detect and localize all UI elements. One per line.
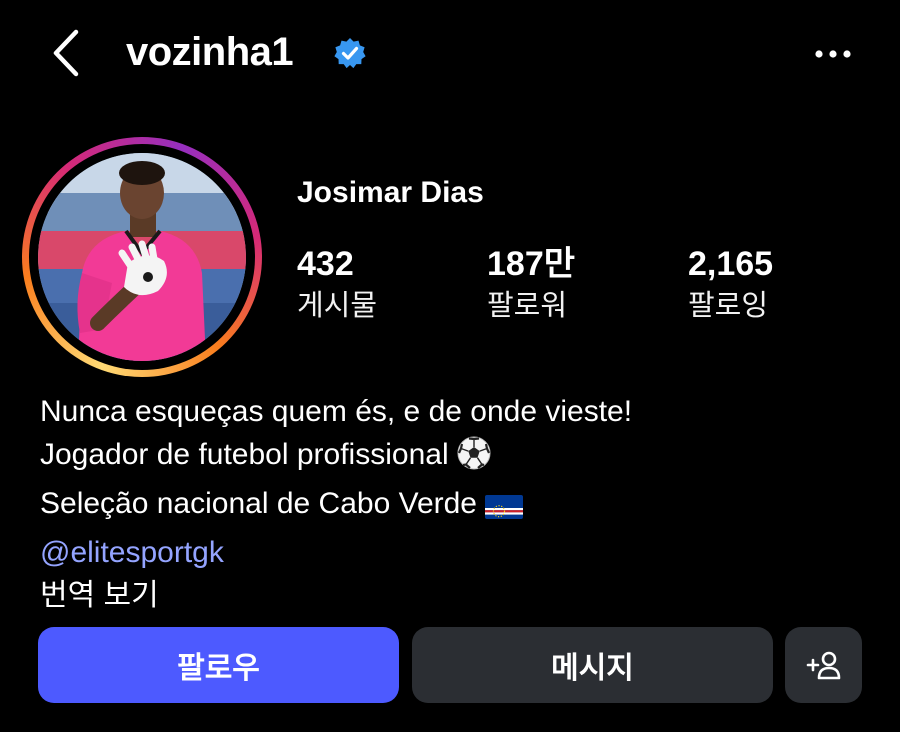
story-ring[interactable] (22, 137, 262, 377)
profile-username: vozinha1 (126, 30, 294, 74)
follow-button[interactable]: 팔로우 (38, 627, 399, 703)
stat-followers[interactable]: 187만 팔로워 (487, 242, 575, 326)
message-button[interactable]: 메시지 (412, 627, 773, 703)
stat-posts-label: 게시물 (297, 290, 378, 322)
add-person-icon (806, 651, 840, 680)
stat-followers-label: 팔로워 (487, 290, 568, 322)
suggested-accounts-button[interactable] (785, 627, 862, 703)
bio-line-2-text: Jogador de futebol profissional (40, 438, 449, 471)
stat-following-label: 팔로잉 (688, 290, 769, 322)
bio-mention-link[interactable]: @elitesportgk (40, 531, 880, 574)
soccer-ball-icon (457, 436, 491, 482)
chevron-left-icon (53, 29, 79, 77)
more-options-button[interactable] (806, 34, 860, 74)
bio-line-1: Nunca esqueças quem és, e de onde vieste… (40, 395, 633, 428)
see-translation-link[interactable]: 번역 보기 (40, 574, 880, 617)
profile-bio: Nunca esqueças quem és, e de onde vieste… (40, 390, 880, 617)
display-name: Josimar Dias (297, 176, 484, 209)
bio-line-3: Seleção nacional de Cabo Verde (40, 482, 880, 531)
stat-posts[interactable]: 432 게시물 (297, 242, 377, 326)
follow-button-label: 팔로우 (177, 652, 260, 685)
stat-following-count: 2,165 (688, 245, 774, 283)
back-button[interactable] (44, 28, 94, 78)
stat-posts-count: 432 (297, 245, 354, 283)
bio-line-3-text: Seleção nacional de Cabo Verde (40, 487, 477, 520)
stat-followers-count: 187만 (487, 245, 576, 283)
message-button-label: 메시지 (551, 652, 634, 685)
avatar (38, 153, 246, 361)
bio-line-2: Jogador de futebol profissional (40, 433, 880, 482)
profile-header: vozinha1 (0, 0, 900, 104)
verified-badge-icon (334, 37, 366, 69)
more-horizontal-icon (815, 50, 851, 58)
stat-following[interactable]: 2,165 팔로잉 (688, 242, 773, 326)
cape-verde-flag-icon (485, 488, 523, 531)
